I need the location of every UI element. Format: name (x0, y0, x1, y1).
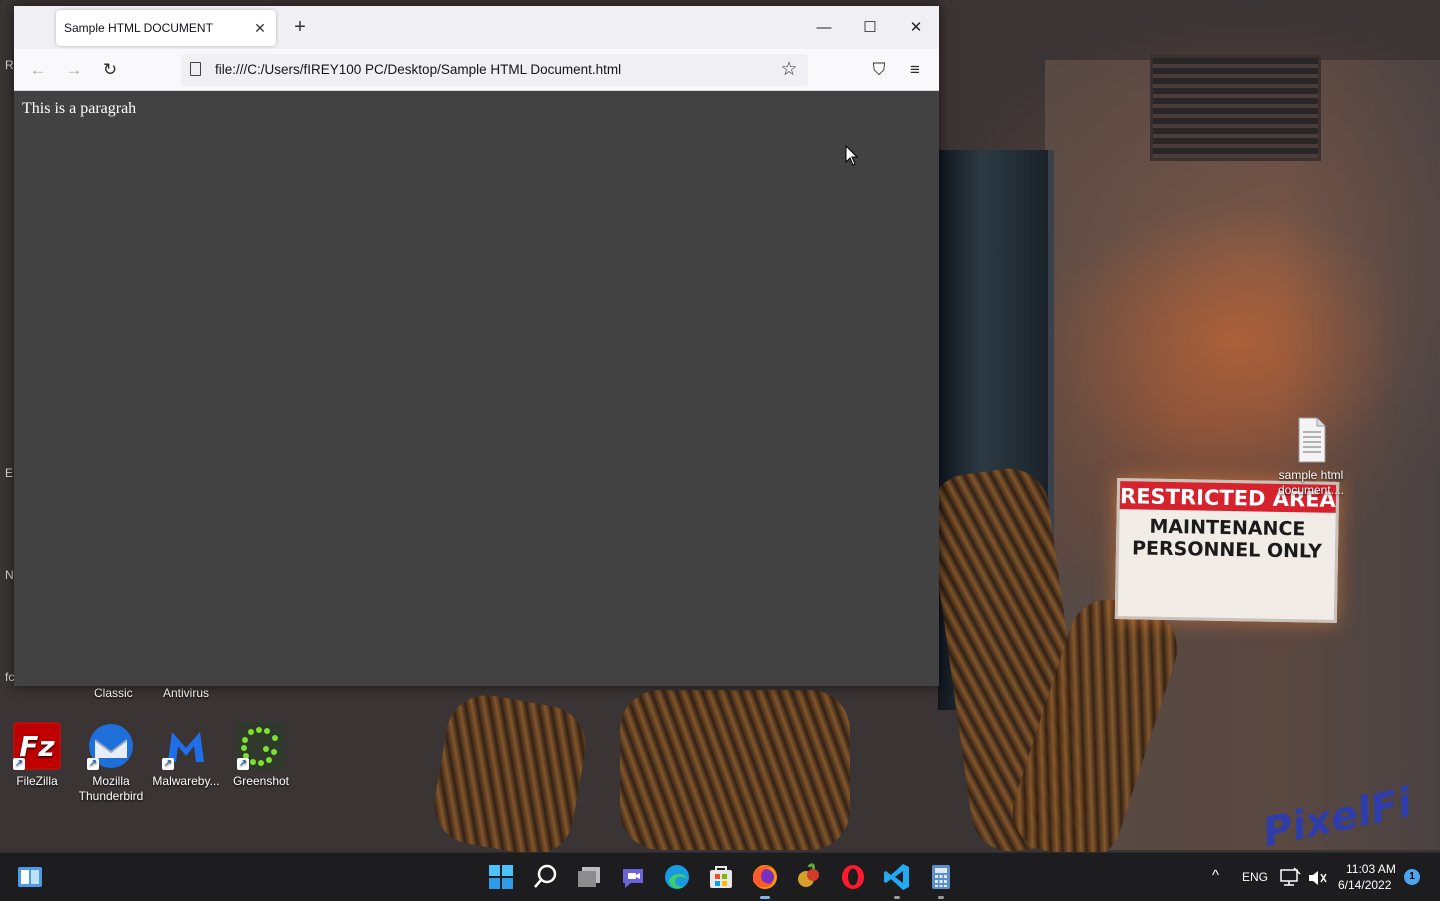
store-icon[interactable] (705, 861, 737, 893)
hidden-icon-label: E (5, 466, 14, 480)
network-icon[interactable] (1278, 867, 1302, 889)
tab-sample-html-document[interactable]: Sample HTML DOCUMENT ✕ (56, 10, 276, 46)
vscode-icon[interactable] (881, 861, 913, 899)
wallpaper-vent (1150, 55, 1321, 161)
url-text[interactable]: file:///C:/Users/fIREY100 PC/Desktop/Sam… (215, 62, 621, 77)
tab-title: Sample HTML DOCUMENT (64, 21, 213, 35)
start-icon[interactable] (485, 861, 517, 893)
opera-icon[interactable] (837, 861, 869, 893)
paragraph: This is a paragrah (22, 100, 137, 117)
malwarebytes-icon: ↗ (162, 722, 210, 770)
desktop-icon-label: Greenshot (232, 774, 290, 788)
tab-close-icon[interactable]: ✕ (250, 18, 270, 38)
sign-bottom-text: MAINTENANCE PERSONNEL ONLY (1131, 515, 1323, 563)
hidden-icon-label: fc (5, 670, 15, 684)
edge-icon[interactable] (661, 861, 693, 893)
bookmark-star-icon[interactable]: ☆ (776, 57, 802, 83)
widgets-icon[interactable] (14, 861, 46, 893)
desktop-icon-filezilla[interactable]: Fz ↗ FileZilla (1, 722, 73, 789)
wallpaper-coil (428, 688, 592, 852)
new-tab-button[interactable]: + (288, 16, 312, 40)
desktop-icon-malwarebytes[interactable]: ↗ Malwareby... (150, 722, 222, 789)
desktop-icon-label: Mozilla Thunderbird (78, 774, 144, 803)
desktop-icon-label-partial: Classic (94, 686, 133, 700)
menu-icon[interactable]: ≡ (900, 55, 930, 85)
page-icon (190, 62, 201, 76)
calculator-icon[interactable] (925, 861, 957, 899)
url-bar[interactable]: file:///C:/Users/fIREY100 PC/Desktop/Sam… (181, 54, 808, 86)
language-indicator[interactable]: ENG (1242, 870, 1268, 884)
close-window-button[interactable]: ✕ (893, 6, 939, 49)
thunderbird-icon: ↗ (87, 722, 135, 770)
mouse-cursor-icon (845, 145, 859, 166)
wallpaper-coil (620, 690, 850, 850)
clock-date[interactable]: 6/14/2022 (1338, 878, 1391, 892)
reload-button[interactable]: ↻ (95, 55, 125, 85)
clock-time[interactable]: 11:03 AM (1346, 862, 1396, 876)
chat-icon[interactable] (617, 861, 649, 893)
desktop-icon-label-partial: Antivirus (163, 686, 210, 700)
taskbar: ^ ENG 11:03 AM 6/14/2022 1 (0, 852, 1440, 901)
back-button[interactable]: ← (23, 55, 53, 85)
maximize-button[interactable]: ☐ (847, 6, 893, 49)
desktop-icon-label: Malwareby... (152, 774, 220, 788)
desktop-icon-label: FileZilla (16, 774, 58, 788)
browser-titlebar[interactable]: Sample HTML DOCUMENT ✕ + — ☐ ✕ (14, 6, 939, 49)
hidden-icon-label: N (5, 568, 14, 582)
text-document-icon (1287, 416, 1335, 464)
wallpaper-sign: RESTRICTED AREA MAINTENANCE PERSONNEL ON… (1114, 478, 1340, 623)
browser-navbar: ← → ↻ file:///C:/Users/fIREY100 PC/Deskt… (14, 49, 939, 91)
desktop-icon-thunderbird[interactable]: ↗ Mozilla Thunderbird (75, 722, 147, 804)
search-icon[interactable] (529, 861, 561, 893)
browser-window: Sample HTML DOCUMENT ✕ + — ☐ ✕ ← → ↻ fil… (14, 6, 939, 686)
desktop-icon-sample-html[interactable]: sample html document.... (1275, 416, 1347, 498)
desktop-icon-greenshot[interactable]: ↗ Greenshot (225, 722, 297, 789)
filezilla-icon: Fz ↗ (13, 722, 61, 770)
app-icon[interactable] (793, 861, 825, 893)
page-content: This is a paragrah (14, 91, 939, 686)
greenshot-icon: ↗ (237, 722, 285, 770)
hidden-icon-label: R (5, 58, 14, 72)
minimize-button[interactable]: — (801, 6, 847, 49)
desktop-icon-label: sample html document.... (1277, 468, 1345, 497)
show-hidden-icons-chevron[interactable]: ^ (1212, 867, 1219, 884)
pocket-icon[interactable]: ⛉ (864, 55, 894, 85)
firefox-icon[interactable] (749, 861, 781, 899)
forward-button[interactable]: → (59, 55, 89, 85)
volume-icon[interactable] (1306, 867, 1328, 889)
notification-badge[interactable]: 1 (1404, 869, 1420, 885)
task-view-icon[interactable] (573, 861, 605, 893)
